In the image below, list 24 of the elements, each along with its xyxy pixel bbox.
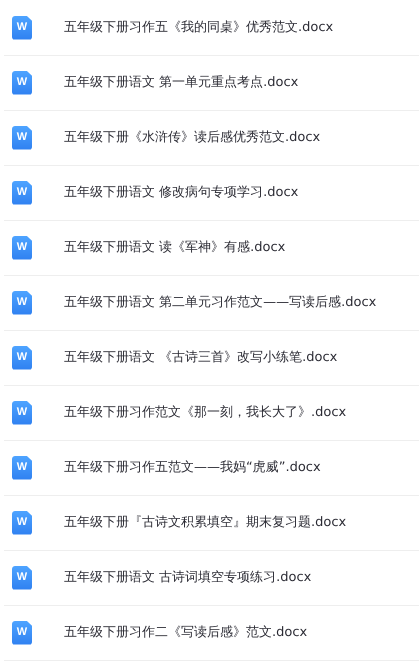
file-name[interactable]: 五年级下册习作范文《那一刻，我长大了》.docx: [64, 402, 346, 422]
word-document-icon: W: [12, 126, 32, 150]
word-document-icon: W: [12, 346, 32, 370]
word-document-icon: W: [12, 236, 32, 260]
file-name[interactable]: 五年级下册语文 修改病句专项学习.docx: [64, 182, 298, 202]
file-name[interactable]: 五年级下册『古诗文积累填空』期末复习题.docx: [64, 512, 346, 532]
word-document-icon: W: [12, 290, 32, 314]
word-document-icon: W: [12, 456, 32, 480]
word-document-icon: W: [12, 566, 32, 590]
file-name[interactable]: 五年级下册《水浒传》读后感优秀范文.docx: [64, 128, 320, 148]
word-document-icon: W: [12, 620, 32, 644]
file-name[interactable]: 五年级下册语文 《古诗三首》改写小练笔.docx: [64, 348, 338, 368]
file-name[interactable]: 五年级下册语文 读《军神》有感.docx: [64, 238, 286, 258]
file-name[interactable]: 五年级下册习作二《写读后感》范文.docx: [64, 622, 308, 642]
file-name[interactable]: 五年级下册语文 第二单元习作范文——写读后感.docx: [64, 292, 376, 312]
word-document-icon: W: [12, 400, 32, 424]
word-document-icon: W: [12, 16, 32, 40]
word-document-icon: W: [12, 70, 32, 94]
file-name[interactable]: 五年级下册习作五《我的同桌》优秀范文.docx: [64, 18, 334, 38]
file-name[interactable]: 五年级下册语文 古诗词填空专项练习.docx: [64, 568, 312, 588]
file-name[interactable]: 五年级下册习作五范文——我妈“虎威”.docx: [64, 458, 321, 478]
word-document-icon: W: [12, 180, 32, 204]
word-document-icon: W: [12, 510, 32, 534]
file-name[interactable]: 五年级下册语文 第一单元重点考点.docx: [64, 72, 298, 92]
